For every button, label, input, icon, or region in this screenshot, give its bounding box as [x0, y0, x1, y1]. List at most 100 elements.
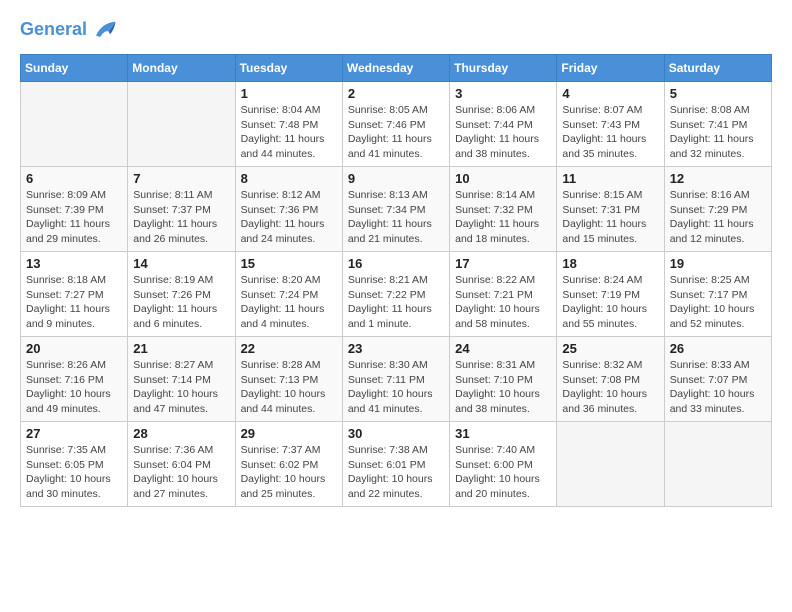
cell-day-number: 5 — [670, 86, 766, 101]
cell-info: Sunrise: 8:30 AMSunset: 7:11 PMDaylight:… — [348, 358, 444, 417]
calendar-cell: 13Sunrise: 8:18 AMSunset: 7:27 PMDayligh… — [21, 252, 128, 337]
logo-text: General — [20, 20, 87, 40]
cell-day-number: 14 — [133, 256, 229, 271]
cell-day-number: 27 — [26, 426, 122, 441]
cell-day-number: 2 — [348, 86, 444, 101]
cell-info: Sunrise: 8:05 AMSunset: 7:46 PMDaylight:… — [348, 103, 444, 162]
calendar-cell — [557, 422, 664, 507]
cell-info: Sunrise: 8:15 AMSunset: 7:31 PMDaylight:… — [562, 188, 658, 247]
cell-info: Sunrise: 8:13 AMSunset: 7:34 PMDaylight:… — [348, 188, 444, 247]
calendar-cell: 26 Sunrise: 8:33 AMSunset: 7:07 PMDayligh… — [664, 337, 771, 422]
cell-info: Sunrise: 8:21 AMSunset: 7:22 PMDaylight:… — [348, 273, 444, 332]
cell-info: Sunrise: 8:11 AMSunset: 7:37 PMDaylight:… — [133, 188, 229, 247]
cell-day-number: 3 — [455, 86, 551, 101]
week-row-1: 1 Sunrise: 8:04 AMSunset: 7:48 PMDaylight… — [21, 82, 772, 167]
calendar-cell: 15Sunrise: 8:20 AMSunset: 7:24 PMDayligh… — [235, 252, 342, 337]
cell-info: Sunrise: 8:12 AMSunset: 7:36 PMDaylight:… — [241, 188, 337, 247]
day-header-sunday: Sunday — [21, 55, 128, 82]
cell-info: Sunrise: 8:19 AMSunset: 7:26 PMDaylight:… — [133, 273, 229, 332]
calendar-cell — [128, 82, 235, 167]
cell-day-number: 28 — [133, 426, 229, 441]
cell-info: Sunrise: 7:38 AMSunset: 6:01 PMDaylight:… — [348, 443, 444, 502]
calendar-cell: 4Sunrise: 8:07 AMSunset: 7:43 PMDaylight… — [557, 82, 664, 167]
calendar-cell: 1 Sunrise: 8:04 AMSunset: 7:48 PMDaylight… — [235, 82, 342, 167]
calendar-cell: 18Sunrise: 8:24 AMSunset: 7:19 PMDayligh… — [557, 252, 664, 337]
calendar-cell: 2 Sunrise: 8:05 AMSunset: 7:46 PMDaylight… — [342, 82, 449, 167]
day-header-thursday: Thursday — [450, 55, 557, 82]
cell-day-number: 30 — [348, 426, 444, 441]
cell-day-number: 8 — [241, 171, 337, 186]
cell-day-number: 9 — [348, 171, 444, 186]
cell-day-number: 31 — [455, 426, 551, 441]
cell-day-number: 19 — [670, 256, 766, 271]
cell-info: Sunrise: 7:37 AMSunset: 6:02 PMDaylight:… — [241, 443, 337, 502]
calendar-cell: 5 Sunrise: 8:08 AMSunset: 7:41 PMDaylight… — [664, 82, 771, 167]
cell-info: Sunrise: 8:31 AMSunset: 7:10 PMDaylight:… — [455, 358, 551, 417]
cell-info: Sunrise: 8:22 AMSunset: 7:21 PMDaylight:… — [455, 273, 551, 332]
calendar-cell: 17 Sunrise: 8:22 AMSunset: 7:21 PMDayligh… — [450, 252, 557, 337]
cell-day-number: 22 — [241, 341, 337, 356]
cell-info: Sunrise: 8:18 AMSunset: 7:27 PMDaylight:… — [26, 273, 122, 332]
calendar-cell: 23 Sunrise: 8:30 AMSunset: 7:11 PMDayligh… — [342, 337, 449, 422]
calendar-header: SundayMondayTuesdayWednesdayThursdayFrid… — [21, 55, 772, 82]
day-header-monday: Monday — [128, 55, 235, 82]
calendar-cell: 3 Sunrise: 8:06 AMSunset: 7:44 PMDaylight… — [450, 82, 557, 167]
calendar-cell: 19 Sunrise: 8:25 AMSunset: 7:17 PMDayligh… — [664, 252, 771, 337]
week-row-2: 6 Sunrise: 8:09 AMSunset: 7:39 PMDaylight… — [21, 167, 772, 252]
cell-info: Sunrise: 8:08 AMSunset: 7:41 PMDaylight:… — [670, 103, 766, 162]
calendar-cell: 7Sunrise: 8:11 AMSunset: 7:37 PMDaylight… — [128, 167, 235, 252]
cell-info: Sunrise: 7:36 AMSunset: 6:04 PMDaylight:… — [133, 443, 229, 502]
calendar-cell: 12 Sunrise: 8:16 AMSunset: 7:29 PMDayligh… — [664, 167, 771, 252]
cell-day-number: 23 — [348, 341, 444, 356]
cell-day-number: 17 — [455, 256, 551, 271]
cell-day-number: 25 — [562, 341, 658, 356]
calendar-cell: 28 Sunrise: 7:36 AMSunset: 6:04 PMDayligh… — [128, 422, 235, 507]
cell-info: Sunrise: 8:20 AMSunset: 7:24 PMDaylight:… — [241, 273, 337, 332]
cell-day-number: 12 — [670, 171, 766, 186]
day-header-tuesday: Tuesday — [235, 55, 342, 82]
cell-day-number: 1 — [241, 86, 337, 101]
calendar-cell: 11Sunrise: 8:15 AMSunset: 7:31 PMDayligh… — [557, 167, 664, 252]
cell-info: Sunrise: 8:14 AMSunset: 7:32 PMDaylight:… — [455, 188, 551, 247]
cell-day-number: 6 — [26, 171, 122, 186]
cell-info: Sunrise: 8:27 AMSunset: 7:14 PMDaylight:… — [133, 358, 229, 417]
cell-info: Sunrise: 7:40 AMSunset: 6:00 PMDaylight:… — [455, 443, 551, 502]
calendar-cell: 22 Sunrise: 8:28 AMSunset: 7:13 PMDayligh… — [235, 337, 342, 422]
header: General — [20, 16, 772, 44]
cell-info: Sunrise: 8:28 AMSunset: 7:13 PMDaylight:… — [241, 358, 337, 417]
day-header-saturday: Saturday — [664, 55, 771, 82]
week-row-4: 20 Sunrise: 8:26 AMSunset: 7:16 PMDayligh… — [21, 337, 772, 422]
cell-info: Sunrise: 8:09 AMSunset: 7:39 PMDaylight:… — [26, 188, 122, 247]
cell-day-number: 26 — [670, 341, 766, 356]
calendar-cell: 8 Sunrise: 8:12 AMSunset: 7:36 PMDaylight… — [235, 167, 342, 252]
calendar-cell: 6 Sunrise: 8:09 AMSunset: 7:39 PMDaylight… — [21, 167, 128, 252]
cell-day-number: 20 — [26, 341, 122, 356]
cell-info: Sunrise: 8:04 AMSunset: 7:48 PMDaylight:… — [241, 103, 337, 162]
page: General SundayMondayTuesdayWednesdayThur… — [0, 0, 792, 523]
cell-day-number: 4 — [562, 86, 658, 101]
day-header-wednesday: Wednesday — [342, 55, 449, 82]
calendar-cell: 9 Sunrise: 8:13 AMSunset: 7:34 PMDaylight… — [342, 167, 449, 252]
cell-info: Sunrise: 8:33 AMSunset: 7:07 PMDaylight:… — [670, 358, 766, 417]
calendar-cell — [21, 82, 128, 167]
calendar-body: 1 Sunrise: 8:04 AMSunset: 7:48 PMDaylight… — [21, 82, 772, 507]
cell-info: Sunrise: 8:24 AMSunset: 7:19 PMDaylight:… — [562, 273, 658, 332]
header-row: SundayMondayTuesdayWednesdayThursdayFrid… — [21, 55, 772, 82]
cell-info: Sunrise: 8:16 AMSunset: 7:29 PMDaylight:… — [670, 188, 766, 247]
cell-info: Sunrise: 8:25 AMSunset: 7:17 PMDaylight:… — [670, 273, 766, 332]
calendar-cell: 20 Sunrise: 8:26 AMSunset: 7:16 PMDayligh… — [21, 337, 128, 422]
cell-info: Sunrise: 8:26 AMSunset: 7:16 PMDaylight:… — [26, 358, 122, 417]
logo-bird-icon — [89, 16, 117, 44]
week-row-3: 13Sunrise: 8:18 AMSunset: 7:27 PMDayligh… — [21, 252, 772, 337]
calendar-cell: 25Sunrise: 8:32 AMSunset: 7:08 PMDayligh… — [557, 337, 664, 422]
calendar-cell — [664, 422, 771, 507]
calendar-cell: 30 Sunrise: 7:38 AMSunset: 6:01 PMDayligh… — [342, 422, 449, 507]
calendar-cell: 31 Sunrise: 7:40 AMSunset: 6:00 PMDayligh… — [450, 422, 557, 507]
logo: General — [20, 16, 117, 44]
calendar: SundayMondayTuesdayWednesdayThursdayFrid… — [20, 54, 772, 507]
cell-info: Sunrise: 8:06 AMSunset: 7:44 PMDaylight:… — [455, 103, 551, 162]
calendar-cell: 10Sunrise: 8:14 AMSunset: 7:32 PMDayligh… — [450, 167, 557, 252]
calendar-cell: 24Sunrise: 8:31 AMSunset: 7:10 PMDayligh… — [450, 337, 557, 422]
calendar-cell: 14 Sunrise: 8:19 AMSunset: 7:26 PMDayligh… — [128, 252, 235, 337]
cell-day-number: 16 — [348, 256, 444, 271]
